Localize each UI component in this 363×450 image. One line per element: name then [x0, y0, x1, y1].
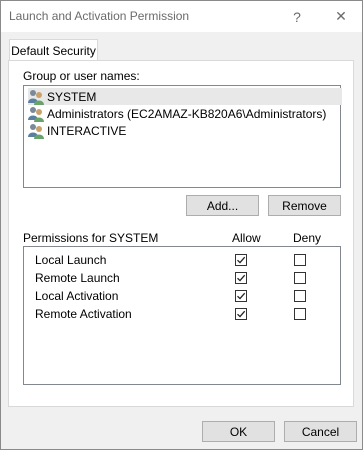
help-icon: ?	[293, 8, 301, 25]
permissions-header: Permissions for SYSTEM	[23, 231, 159, 245]
allow-checkbox[interactable]	[235, 254, 247, 266]
allow-checkbox[interactable]	[235, 308, 247, 320]
tab-default-security[interactable]: Default Security	[9, 39, 98, 61]
list-item-administrators[interactable]: Administrators (EC2AMAZ-KB820A6\Administ…	[28, 105, 330, 122]
group-user-list[interactable]: SYSTEM Administrators (EC2AMAZ-KB820A6\A…	[23, 85, 342, 188]
permission-name: Local Launch	[35, 253, 107, 267]
launch-activation-dialog: Launch and Activation Permission ? ✕ Def…	[0, 0, 363, 450]
list-item-label: SYSTEM	[47, 89, 97, 104]
allow-checkbox[interactable]	[235, 290, 247, 302]
permission-name: Remote Launch	[35, 271, 120, 285]
deny-checkbox[interactable]	[294, 308, 306, 320]
checkmark-icon	[237, 256, 246, 264]
permission-row-local-activation: Local Activation	[24, 287, 340, 305]
tab-label: Default Security	[11, 43, 96, 58]
title-bar: Launch and Activation Permission ? ✕	[1, 1, 362, 32]
add-button[interactable]: Add...	[186, 195, 259, 216]
permission-row-remote-launch: Remote Launch	[24, 269, 340, 287]
close-icon: ✕	[335, 8, 347, 24]
permissions-list: Local Launch Remote Launch Local Activat…	[23, 246, 341, 385]
remove-button[interactable]: Remove	[268, 195, 341, 216]
ok-button[interactable]: OK	[202, 421, 275, 442]
permission-row-local-launch: Local Launch	[24, 251, 340, 269]
group-or-user-names-label: Group or user names:	[23, 69, 140, 83]
permission-row-remote-activation: Remote Activation	[24, 305, 340, 323]
deny-column-header: Deny	[293, 231, 322, 245]
deny-checkbox[interactable]	[294, 290, 306, 302]
group-users-icon	[28, 106, 44, 122]
checkmark-icon	[237, 292, 246, 300]
checkmark-icon	[237, 310, 246, 318]
deny-checkbox[interactable]	[294, 272, 306, 284]
permission-name: Remote Activation	[35, 307, 132, 321]
group-users-icon	[28, 123, 44, 139]
list-item-system[interactable]: SYSTEM	[28, 88, 342, 105]
permission-name: Local Activation	[35, 289, 119, 303]
group-users-icon	[28, 89, 44, 105]
list-item-label: Administrators (EC2AMAZ-KB820A6\Administ…	[47, 106, 327, 121]
list-item-label: INTERACTIVE	[47, 123, 127, 138]
cancel-button[interactable]: Cancel	[284, 421, 357, 442]
allow-column-header: Allow	[232, 231, 261, 245]
checkmark-icon	[237, 274, 246, 282]
list-item-interactive[interactable]: INTERACTIVE	[28, 122, 130, 139]
close-button[interactable]: ✕	[323, 1, 359, 32]
window-title: Launch and Activation Permission	[9, 9, 190, 23]
deny-checkbox[interactable]	[294, 254, 306, 266]
help-button[interactable]: ?	[279, 1, 315, 32]
allow-checkbox[interactable]	[235, 272, 247, 284]
